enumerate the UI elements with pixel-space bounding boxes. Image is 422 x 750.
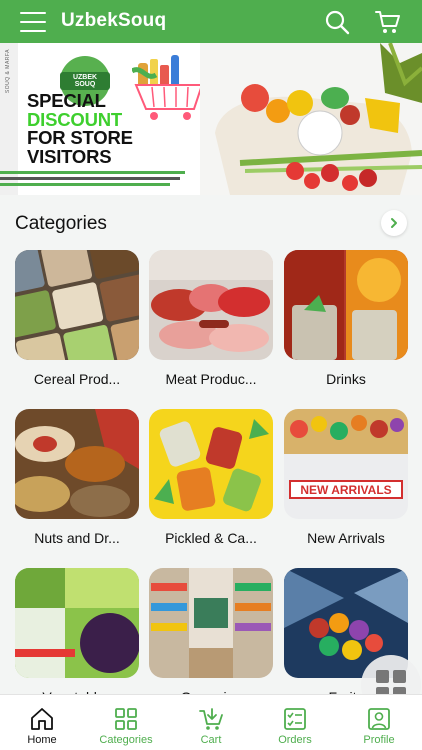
nav-cart[interactable]: Cart <box>190 695 232 750</box>
promo-banner[interactable]: SOUQ & MARFA UZBEK SOUQ SPECIAL DISCOUNT <box>0 43 422 195</box>
category-card-groceries[interactable] <box>149 568 273 678</box>
cart-icon <box>199 708 223 730</box>
profile-icon <box>368 708 390 730</box>
nav-categories-label: Categories <box>99 734 153 746</box>
orders-checklist-icon <box>284 708 306 730</box>
nav-categories[interactable]: Categories <box>93 695 159 750</box>
new-arrivals-sign: NEW ARRIVALS <box>300 483 391 497</box>
category-card-meat[interactable] <box>149 250 273 360</box>
promo-text: SPECIAL DISCOUNT FOR STORE VISITORS <box>27 90 133 167</box>
category-card-pickled[interactable] <box>149 409 273 519</box>
home-icon <box>31 708 53 730</box>
promo-line-3: FOR STORE <box>27 127 133 148</box>
search-icon[interactable] <box>323 8 351 36</box>
category-card-cereal[interactable] <box>15 250 139 360</box>
top-app-bar: UzbekSouq <box>0 0 422 43</box>
category-label[interactable]: Nuts and Dr... <box>7 530 147 546</box>
category-label[interactable]: Drinks <box>276 371 416 387</box>
category-card-drinks[interactable] <box>284 250 408 360</box>
grocery-bag-photo <box>200 43 422 195</box>
app-root: UzbekSouq SOUQ & MARFA UZBEK SOUQ SPECIA… <box>0 0 422 750</box>
app-title: UzbekSouq <box>61 10 167 31</box>
category-card-nuts[interactable] <box>15 409 139 519</box>
category-label[interactable]: Cereal Prod... <box>7 371 147 387</box>
banner-stripes <box>0 171 185 189</box>
promo-line-1: SPECIAL <box>27 90 106 111</box>
store-logo-text: UZBEK SOUQ <box>60 72 110 90</box>
chevron-right-icon[interactable] <box>381 210 407 236</box>
bottom-navigation: Home Categories Cart Orders Profile <box>0 694 422 750</box>
promo-panel: SOUQ & MARFA UZBEK SOUQ SPECIAL DISCOUNT <box>0 43 209 195</box>
category-card-vegetables[interactable] <box>15 568 139 678</box>
nav-home-label: Home <box>27 734 57 746</box>
hamburger-menu-icon[interactable] <box>20 12 46 32</box>
cart-icon[interactable] <box>374 8 402 36</box>
categories-grid-icon <box>115 708 137 730</box>
category-card-new-arrivals[interactable]: NEW ARRIVALS <box>284 409 408 519</box>
categories-section-header: Categories <box>0 203 422 239</box>
category-label[interactable]: Meat Produc... <box>141 371 281 387</box>
categories-title: Categories <box>15 213 107 234</box>
nav-orders[interactable]: Orders <box>272 695 318 750</box>
nav-orders-label: Orders <box>278 734 312 746</box>
side-text: SOUQ & MARFA <box>5 49 11 94</box>
category-label[interactable]: Pickled & Ca... <box>141 530 281 546</box>
promo-line-4: VISITORS <box>27 145 112 167</box>
nav-profile[interactable]: Profile <box>358 695 400 750</box>
nav-profile-label: Profile <box>363 734 395 746</box>
nav-cart-label: Cart <box>200 734 222 746</box>
nav-home[interactable]: Home <box>18 695 66 750</box>
category-label[interactable]: New Arrivals <box>276 530 416 546</box>
